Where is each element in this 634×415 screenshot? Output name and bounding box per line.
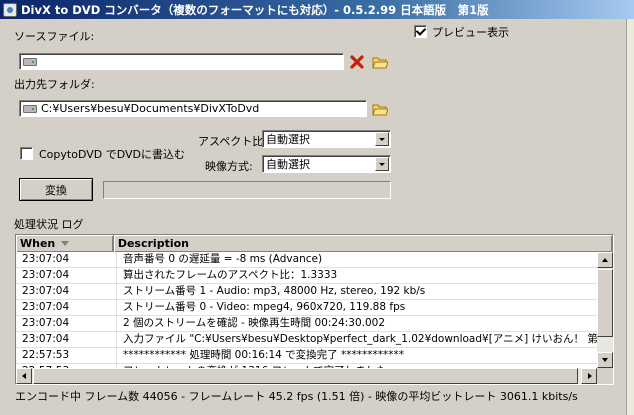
row-description: 2 個のストリームを確認 - 映像再生時間 00:24:30.002 bbox=[123, 317, 386, 329]
table-row[interactable]: 23:07:04 ストリーム番号 1 - Audio: mp3, 48000 Hz… bbox=[16, 284, 598, 300]
log-rows: 23:07:04 音声番号 0 の遅延量 = -8 ms (Advance) 23… bbox=[16, 252, 598, 380]
progress-bar bbox=[103, 181, 391, 199]
scroll-up-icon[interactable] bbox=[597, 252, 613, 268]
window-edge bbox=[626, 19, 634, 415]
aspect-ratio-value: 自動選択 bbox=[266, 133, 310, 146]
window-title: DivX to DVD コンバータ（複数のフォーマットにも対応）- 0.5.2.… bbox=[21, 2, 489, 17]
title-bar[interactable]: DivX to DVD コンバータ（複数のフォーマットにも対応）- 0.5.2.… bbox=[0, 0, 634, 19]
row-when: 23:07:04 bbox=[16, 252, 117, 267]
browse-source-folder-icon[interactable] bbox=[372, 55, 388, 69]
drive-icon bbox=[23, 104, 37, 113]
row-description: 算出されたフレームのアスペクト比：1.3333 bbox=[123, 269, 338, 281]
copytodvd-label: CopytoDVD でDVDに書込む bbox=[39, 148, 185, 161]
log-label: 処理状況 ログ bbox=[14, 218, 84, 231]
column-when-label: When bbox=[20, 237, 56, 250]
table-row[interactable]: 23:07:04 ストリーム番号 0 - Video: mpeg4, 960x72… bbox=[16, 300, 598, 316]
clear-source-icon[interactable] bbox=[349, 54, 365, 70]
table-row[interactable]: 23:07:04 2 個のストリームを確認 - 映像再生時間 00:24:30.0… bbox=[16, 316, 598, 332]
row-when: 23:07:04 bbox=[16, 300, 117, 315]
app-icon bbox=[3, 2, 17, 17]
chevron-down-icon[interactable] bbox=[375, 132, 389, 146]
vertical-scroll-thumb[interactable] bbox=[597, 269, 613, 337]
status-text: エンコード中 フレーム数 44056 - フレームレート 45.2 fps (1… bbox=[15, 390, 578, 403]
row-when: 23:07:04 bbox=[16, 268, 117, 283]
table-row[interactable]: 22:57:53 ************ 処理時間 00:16:14 で変換完了… bbox=[16, 348, 598, 364]
row-when: 23:07:04 bbox=[16, 316, 117, 331]
scroll-down-icon[interactable] bbox=[597, 352, 613, 368]
row-description: 入力ファイル "C:¥Users¥besu¥Desktop¥perfect_da… bbox=[123, 333, 598, 345]
row-description: ************ 処理時間 00:16:14 で変換完了 *******… bbox=[123, 349, 405, 361]
log-header: When Description bbox=[16, 235, 613, 252]
output-folder-label: 出力先フォルダ: bbox=[14, 78, 95, 91]
output-folder-input[interactable]: C:¥Users¥besu¥Documents¥DivXToDvd bbox=[19, 100, 367, 117]
column-description-label: Description bbox=[117, 237, 189, 250]
row-when: 23:07:04 bbox=[16, 332, 117, 347]
horizontal-scroll-thumb[interactable] bbox=[33, 368, 578, 384]
output-folder-value: C:¥Users¥besu¥Documents¥DivXToDvd bbox=[41, 102, 260, 115]
row-description: 音声番号 0 の遅延量 = -8 ms (Advance) bbox=[123, 253, 323, 265]
scroll-right-icon[interactable] bbox=[581, 368, 597, 384]
chevron-down-icon[interactable] bbox=[375, 157, 389, 171]
video-format-value: 自動選択 bbox=[266, 158, 310, 171]
status-bar: エンコード中 フレーム数 44056 - フレームレート 45.2 fps (1… bbox=[15, 387, 615, 405]
row-description: ストリーム番号 1 - Audio: mp3, 48000 Hz, stereo… bbox=[123, 285, 426, 297]
row-when: 23:07:04 bbox=[16, 284, 117, 299]
row-when: 22:57:53 bbox=[16, 348, 117, 363]
log-list[interactable]: When Description 23:07:04 音声番号 0 の遅延量 = -… bbox=[15, 234, 614, 385]
browse-output-folder-icon[interactable] bbox=[372, 102, 388, 116]
column-when[interactable]: When bbox=[16, 235, 114, 252]
copytodvd-checkbox[interactable] bbox=[20, 147, 33, 160]
preview-checkbox[interactable] bbox=[414, 25, 427, 38]
horizontal-scrollbar[interactable] bbox=[16, 368, 597, 384]
column-description[interactable]: Description bbox=[114, 235, 613, 252]
aspect-ratio-select[interactable]: 自動選択 bbox=[262, 130, 391, 148]
sort-down-icon bbox=[61, 241, 70, 246]
table-row[interactable]: 23:07:04 音声番号 0 の遅延量 = -8 ms (Advance) bbox=[16, 252, 598, 268]
scroll-corner bbox=[597, 368, 613, 384]
preview-label: プレビュー表示 bbox=[432, 26, 509, 39]
drive-icon bbox=[23, 57, 37, 66]
video-format-label: 映像方式: bbox=[205, 160, 253, 173]
convert-button[interactable]: 変換 bbox=[19, 178, 93, 201]
scroll-left-icon[interactable] bbox=[16, 368, 32, 384]
table-row[interactable]: 23:07:04 算出されたフレームのアスペクト比：1.3333 bbox=[16, 268, 598, 284]
vertical-scrollbar[interactable] bbox=[597, 252, 613, 368]
table-row[interactable]: 23:07:04 入力ファイル "C:¥Users¥besu¥Desktop¥pe… bbox=[16, 332, 598, 348]
row-description: ストリーム番号 0 - Video: mpeg4, 960x720, 119.8… bbox=[123, 301, 406, 313]
video-format-select[interactable]: 自動選択 bbox=[262, 155, 391, 173]
source-file-input[interactable] bbox=[19, 53, 344, 70]
source-file-label: ソースファイル: bbox=[14, 30, 95, 43]
aspect-ratio-label: アスペクト比: bbox=[198, 135, 267, 148]
